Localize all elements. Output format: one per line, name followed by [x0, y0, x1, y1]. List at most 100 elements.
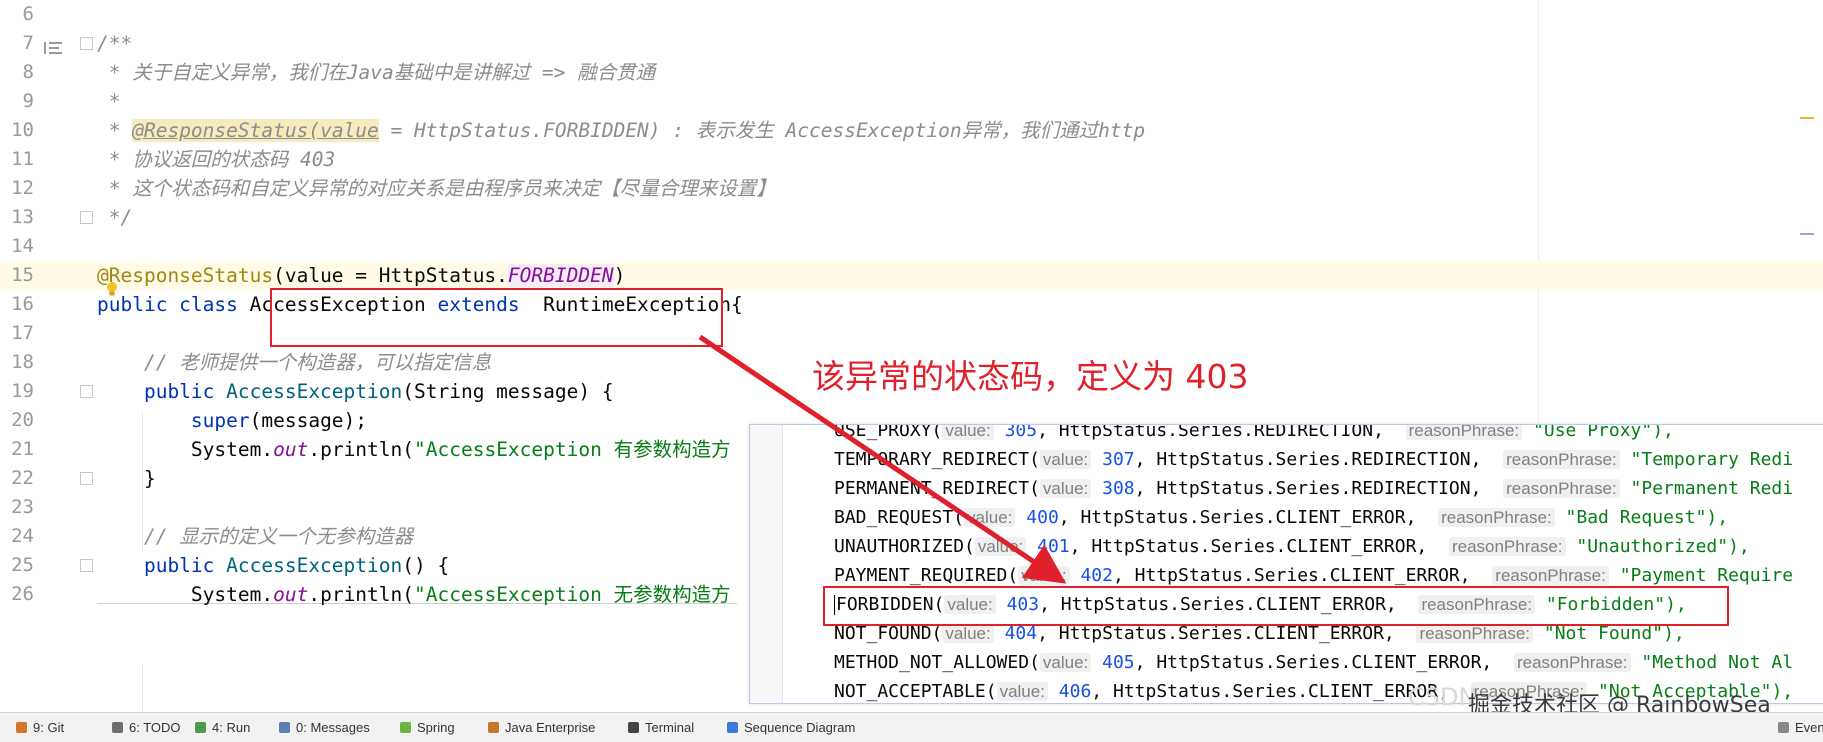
fold-marker-icon[interactable] [80, 211, 93, 224]
code-text: * [97, 87, 121, 116]
tool-window-label: Terminal [645, 720, 695, 735]
code-line[interactable]: 14 [0, 232, 1823, 261]
param-hint-reason: reasonPhrase: [1492, 566, 1609, 585]
tool-window-label: 0: Messages [296, 720, 370, 735]
series-value: HttpStatus.Series.CLIENT_ERROR, [1058, 623, 1395, 644]
scroll-marker[interactable] [1800, 233, 1814, 235]
status-code-value: 307 [1102, 449, 1135, 470]
tool-window-label: 9: Git [33, 720, 65, 735]
series-value: HttpStatus.Series.REDIRECTION, [1156, 449, 1482, 470]
popup-gutter [750, 425, 783, 703]
tool-window-button[interactable]: Spring [400, 720, 455, 735]
documentation-icon[interactable] [44, 41, 62, 55]
code-token: @ResponseStatus(value [132, 119, 379, 142]
line-number: 12 [11, 177, 34, 199]
code-token: .println( [308, 583, 415, 606]
fold-marker-icon[interactable] [80, 385, 93, 398]
line-number: 19 [11, 380, 34, 402]
reason-phrase-value: "Payment Require [1619, 565, 1794, 586]
param-hint-value: value: [964, 508, 1016, 527]
todo-icon [112, 722, 123, 733]
tool-window-button[interactable]: Java Enterprise [488, 720, 595, 735]
tool-window-button[interactable]: 9: Git [16, 720, 64, 735]
git-icon [16, 722, 27, 733]
line-number: 16 [11, 293, 34, 315]
code-line[interactable]: 13 */ [0, 203, 1823, 232]
tool-window-button[interactable]: 4: Run [195, 720, 250, 735]
code-token: .println( [308, 438, 415, 461]
series-value: HttpStatus.Series.CLIENT_ERROR, [1112, 681, 1449, 702]
enum-constant-line[interactable]: PERMANENT_REDIRECT(value: 308, HttpStatu… [834, 474, 1793, 503]
tool-window-button[interactable]: 6: TODO [112, 720, 181, 735]
line-number: 9 [22, 90, 34, 112]
line-number: 22 [11, 467, 34, 489]
code-text: System.out.println("AccessException 有参数构… [97, 435, 731, 464]
line-number: 21 [11, 438, 34, 460]
code-token: } [97, 467, 156, 490]
code-token: super [97, 409, 250, 432]
status-code-value: 404 [1004, 623, 1038, 644]
code-token: System. [97, 583, 274, 606]
fold-marker-icon[interactable] [80, 559, 93, 572]
param-hint-reason: reasonPhrase: [1416, 624, 1534, 643]
line-number: 18 [11, 351, 34, 373]
lightbulb-icon[interactable] [106, 281, 118, 297]
code-token: "AccessException 有参数构造方 [414, 438, 731, 461]
enum-name: PAYMENT_REQUIRED( [834, 565, 1019, 586]
enum-constant-line[interactable]: TEMPORARY_REDIRECT(value: 307, HttpStatu… [834, 445, 1793, 474]
fold-marker-icon[interactable] [80, 472, 93, 485]
series-value: HttpStatus.Series.CLIENT_ERROR, [1156, 652, 1493, 673]
terminal-icon [628, 722, 639, 733]
param-hint-value: value: [996, 682, 1048, 701]
enum-constant-line[interactable]: USE_PROXY(value: 305, HttpStatus.Series.… [834, 425, 1674, 445]
code-token: * [97, 119, 133, 142]
code-line[interactable]: 10 * @ResponseStatus(value = HttpStatus.… [0, 116, 1823, 145]
enum-name: NOT_ACCEPTABLE( [834, 681, 997, 702]
line-number: 8 [22, 61, 34, 83]
series-value: HttpStatus.Series.CLIENT_ERROR, [1080, 507, 1417, 528]
run-icon [195, 722, 206, 733]
code-line[interactable]: 9 * [0, 87, 1823, 116]
status-code-value: 406 [1058, 681, 1092, 702]
code-token: * 这个状态码和自定义异常的对应关系是由程序员来决定【尽量合理来设置】 [97, 177, 776, 200]
line-number: 14 [11, 235, 34, 257]
enum-constant-line[interactable]: METHOD_NOT_ALLOWED(value: 405, HttpStatu… [834, 648, 1793, 677]
param-hint-value: value: [974, 537, 1027, 556]
enum-constant-line[interactable]: BAD_REQUEST(value: 400, HttpStatus.Serie… [834, 503, 1728, 532]
code-token: * [97, 90, 121, 113]
code-token: (value = HttpStatus. [273, 264, 508, 287]
param-hint-reason: reasonPhrase: [1448, 537, 1566, 556]
code-line[interactable]: 6 [0, 0, 1823, 29]
fold-marker-icon[interactable] [80, 37, 93, 50]
quick-definition-popup[interactable]: USE_PROXY(value: 305, HttpStatus.Series.… [749, 424, 1823, 704]
line-number: 13 [11, 206, 34, 228]
code-line[interactable]: 12 * 这个状态码和自定义异常的对应关系是由程序员来决定【尽量合理来设置】 [0, 174, 1823, 203]
param-hint-value: value: [1018, 566, 1070, 585]
annotation-note: 该异常的状态码，定义为 403 [812, 357, 1249, 396]
event-log-icon [1778, 722, 1789, 733]
reason-phrase-value: "Permanent Redi [1630, 478, 1794, 499]
code-line[interactable]: 15 @ResponseStatus(value = HttpStatus.FOR… [0, 261, 1823, 290]
reason-phrase-value: "Not Found"), [1543, 623, 1685, 644]
series-value: HttpStatus.Series.REDIRECTION, [1156, 478, 1482, 499]
code-token: */ [97, 206, 133, 229]
reason-phrase-value: "Temporary Redi [1630, 449, 1794, 470]
enum-name: PERMANENT_REDIRECT( [834, 478, 1040, 499]
tool-window-button[interactable]: 0: Messages [279, 720, 370, 735]
enum-name: UNAUTHORIZED( [834, 536, 975, 557]
code-line[interactable]: 8 * 关于自定义异常，我们在Java基础中是讲解过 => 融合贯通 [0, 58, 1823, 87]
line-number: 17 [11, 322, 34, 344]
code-line[interactable]: 7 /** [0, 29, 1823, 58]
highlight-box-forbidden [823, 586, 1729, 626]
code-token: FORBIDDEN [507, 264, 614, 287]
param-hint-reason: reasonPhrase: [1503, 450, 1620, 469]
code-line[interactable]: 11 * 协议返回的状态码 403 [0, 145, 1823, 174]
tool-window-button[interactable]: Terminal [628, 720, 694, 735]
scroll-marker[interactable] [1800, 117, 1814, 119]
line-number: 6 [22, 3, 34, 25]
code-text: * 协议返回的状态码 403 [97, 145, 335, 174]
enum-constant-line[interactable]: UNAUTHORIZED(value: 401, HttpStatus.Seri… [834, 532, 1750, 561]
tool-window-button[interactable]: Even [1778, 720, 1823, 735]
tool-window-button[interactable]: Sequence Diagram [727, 720, 855, 735]
code-text: /** [97, 29, 132, 58]
